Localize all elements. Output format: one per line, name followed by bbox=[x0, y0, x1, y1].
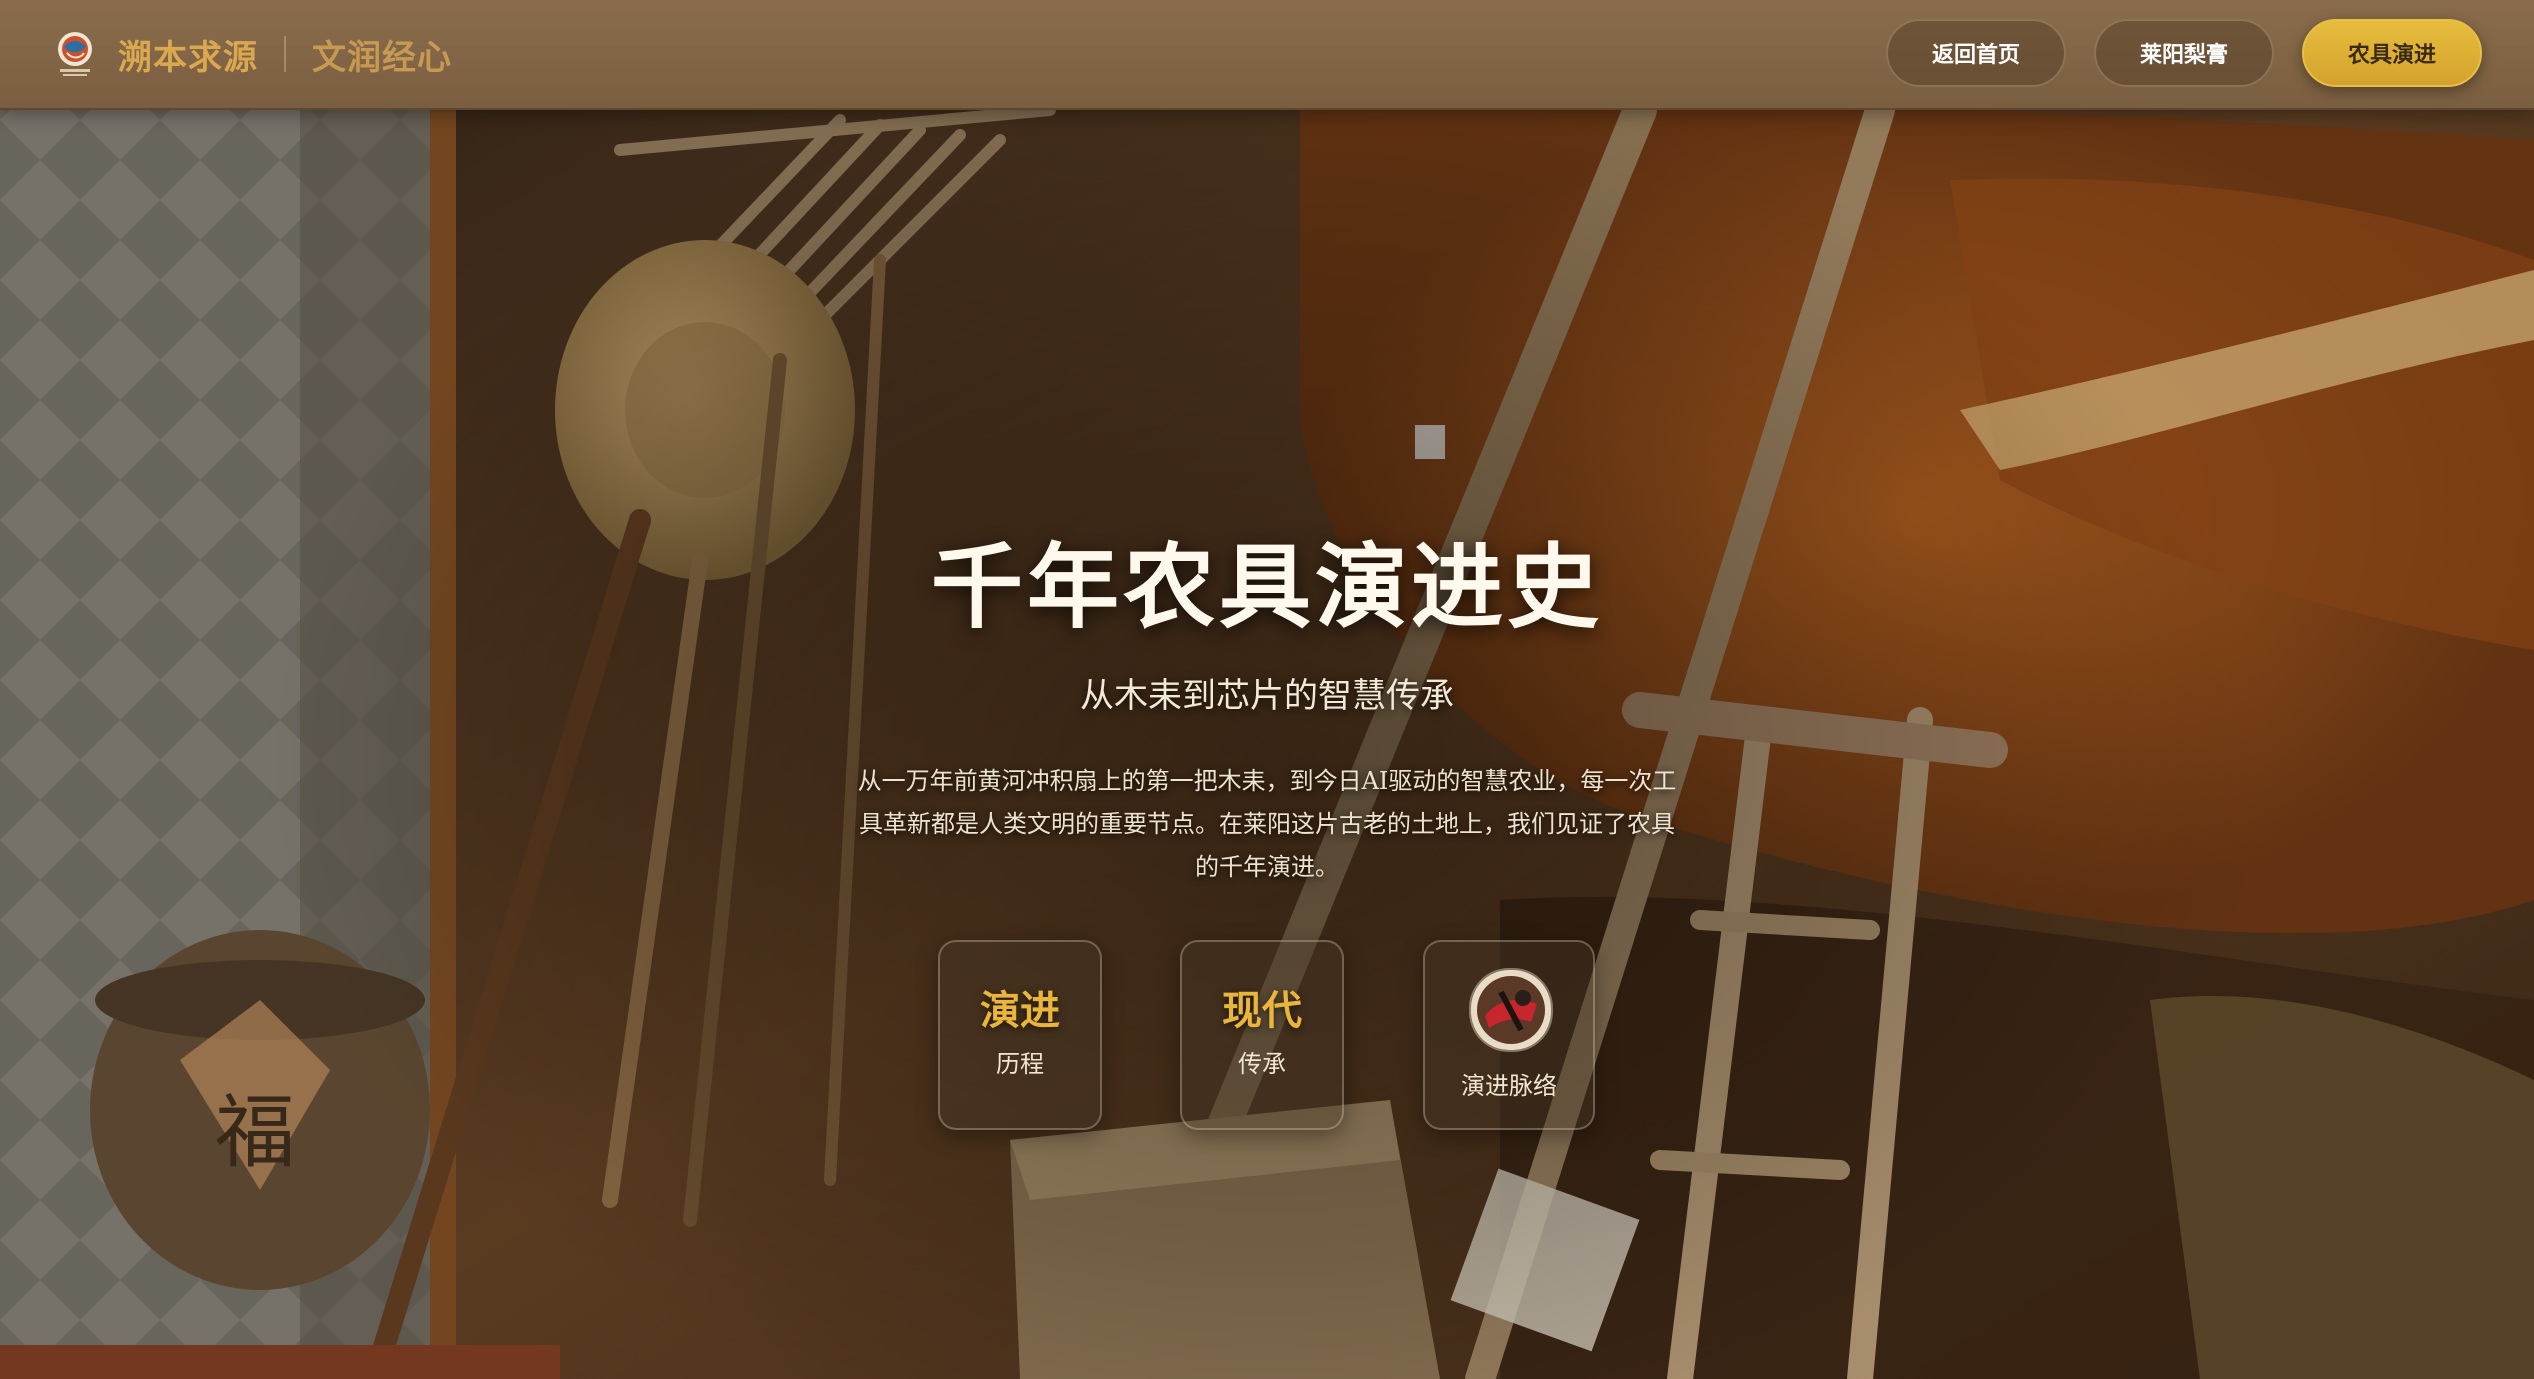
nav-laiyang-pear-paste-button[interactable]: 莱阳梨膏 bbox=[2094, 19, 2274, 87]
brand-title-primary: 溯本求源 bbox=[118, 37, 258, 78]
card-evolution-history[interactable]: 演进 历程 bbox=[938, 940, 1102, 1130]
brand[interactable]: 溯本求源 文润经心 bbox=[52, 24, 452, 84]
brand-divider bbox=[284, 36, 286, 72]
main-nav: 返回首页 莱阳梨膏 农具演进 bbox=[1886, 19, 2482, 87]
card-modern-heritage[interactable]: 现代 传承 bbox=[1180, 940, 1344, 1130]
page-subtitle: 从木耒到芯片的智慧传承 bbox=[1080, 676, 1454, 716]
timeline-avatar-icon bbox=[1469, 968, 1553, 1052]
hero-description: 从一万年前黄河冲积扇上的第一把木耒，到今日AI驱动的智慧农业，每一次工具革新都是… bbox=[857, 767, 1677, 881]
svg-text:福: 福 bbox=[215, 1086, 295, 1179]
card-title: 演进 bbox=[980, 987, 1060, 1034]
card-caption: 历程 bbox=[996, 1050, 1044, 1078]
nav-home-button[interactable]: 返回首页 bbox=[1886, 19, 2066, 87]
card-evolution-timeline[interactable]: 演进脉络 bbox=[1423, 940, 1595, 1130]
card-title: 现代 bbox=[1222, 987, 1302, 1034]
top-navigation-bar: 溯本求源 文润经心 返回首页 莱阳梨膏 农具演进 bbox=[0, 0, 2534, 110]
nav-farm-tools-evolution-button[interactable]: 农具演进 bbox=[2302, 19, 2482, 87]
page-title: 千年农具演进史 bbox=[930, 533, 1603, 641]
brand-title-secondary: 文润经心 bbox=[312, 37, 452, 78]
globe-seal-icon bbox=[52, 29, 98, 79]
card-caption: 传承 bbox=[1238, 1050, 1286, 1078]
card-caption: 演进脉络 bbox=[1461, 1072, 1557, 1100]
page: 福 溯本求源 文润经心 返回首页 莱阳梨膏 农具演进 千年农具演进史 从木耒到芯… bbox=[0, 0, 2534, 1379]
